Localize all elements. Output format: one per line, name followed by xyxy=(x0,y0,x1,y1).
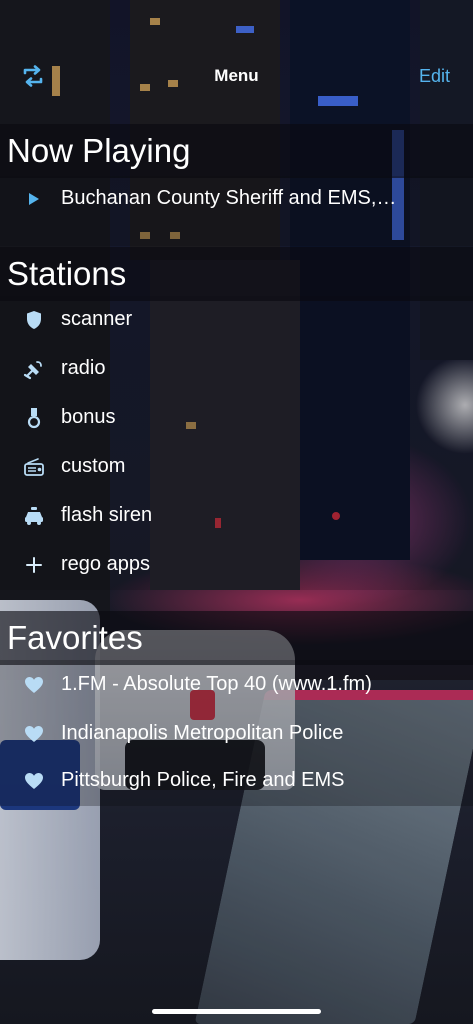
station-label: custom xyxy=(61,455,126,477)
station-item-bonus[interactable]: bonus xyxy=(0,394,473,443)
page-title: Menu xyxy=(214,66,259,85)
section-header-stations: Stations xyxy=(0,247,473,301)
home-indicator[interactable] xyxy=(152,1009,321,1014)
police-car-icon xyxy=(22,504,46,528)
section-title: Now Playing xyxy=(7,132,191,169)
now-playing-label: Buchanan County Sheriff and EMS,… xyxy=(61,187,397,209)
refresh-icon[interactable] xyxy=(20,64,46,88)
station-label: rego apps xyxy=(61,553,150,575)
play-icon xyxy=(22,187,46,211)
station-item-flash-siren[interactable]: flash siren xyxy=(0,492,473,541)
favorite-label: 1.FM - Absolute Top 40 (www.1.fm) xyxy=(61,673,372,695)
heart-icon xyxy=(22,722,46,746)
favorite-item[interactable]: Indianapolis Metropolitan Police xyxy=(0,710,473,759)
station-item-custom[interactable]: custom xyxy=(0,443,473,492)
favorite-label: Pittsburgh Police, Fire and EMS xyxy=(61,769,345,791)
station-label: flash siren xyxy=(61,504,153,526)
station-item-rego-apps[interactable]: rego apps xyxy=(0,541,473,590)
station-label: radio xyxy=(61,357,106,379)
menu-screen: Menu Edit Now Playing Buchanan County Sh… xyxy=(0,0,473,1024)
medal-icon xyxy=(22,406,46,430)
heart-icon xyxy=(22,673,46,697)
section-header-favorites: Favorites xyxy=(0,611,473,665)
edit-button[interactable]: Edit xyxy=(419,66,450,87)
station-item-scanner[interactable]: scanner xyxy=(0,296,473,345)
section-title: Favorites xyxy=(7,619,143,656)
navigation-bar: Menu Edit xyxy=(0,52,473,100)
station-label: scanner xyxy=(61,308,133,330)
favorite-item[interactable]: 1.FM - Absolute Top 40 (www.1.fm) xyxy=(0,661,473,710)
radio-device-icon xyxy=(22,455,46,479)
satellite-icon xyxy=(22,357,46,381)
favorite-label: Indianapolis Metropolitan Police xyxy=(61,722,344,744)
station-item-radio[interactable]: radio xyxy=(0,345,473,394)
section-header-now-playing: Now Playing xyxy=(0,124,473,178)
shield-icon xyxy=(22,308,46,332)
now-playing-item[interactable]: Buchanan County Sheriff and EMS,… xyxy=(0,175,473,224)
section-title: Stations xyxy=(7,255,127,292)
station-label: bonus xyxy=(61,406,116,428)
heart-icon xyxy=(22,769,46,793)
favorite-item[interactable]: Pittsburgh Police, Fire and EMS xyxy=(0,757,473,806)
plus-icon xyxy=(22,553,46,577)
